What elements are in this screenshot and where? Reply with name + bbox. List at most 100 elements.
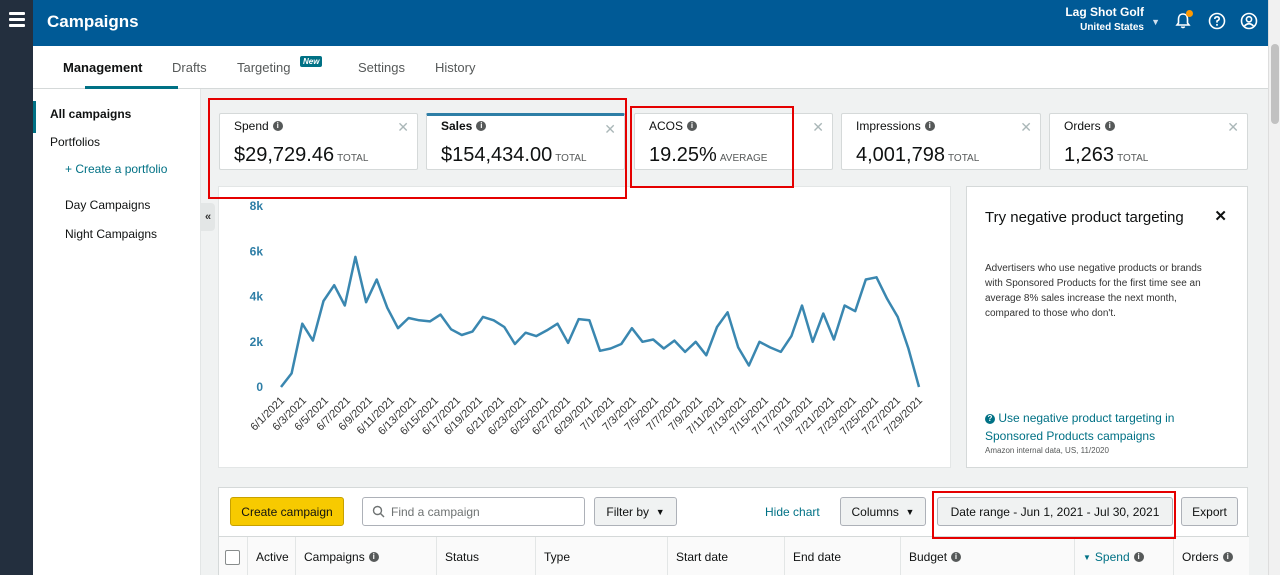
search-input[interactable]	[391, 503, 576, 521]
sales-series-line[interactable]	[280, 255, 921, 388]
bell-icon[interactable]	[1172, 10, 1194, 32]
metric-label: Orders i	[1064, 119, 1115, 133]
metric-card-orders[interactable]: Orders i 1,263 TOTAL ✕	[1049, 113, 1248, 170]
tab-targeting[interactable]: Targeting	[237, 60, 290, 75]
search-icon	[372, 505, 385, 518]
chevron-down-icon: ▼	[655, 506, 665, 517]
column-header-start-date[interactable]: Start date	[668, 537, 785, 575]
metric-value: 1,263 TOTAL	[1064, 144, 1148, 167]
collapse-sidebar-button[interactable]: «	[201, 203, 215, 231]
column-header-orders[interactable]: Orders i	[1174, 537, 1249, 575]
column-header-text: Orders	[1182, 550, 1219, 564]
help-icon[interactable]	[1206, 10, 1228, 32]
filter-by-button[interactable]: Filter by ▼	[594, 497, 677, 526]
top-bar: Campaigns Lag Shot Golf United States ▼	[33, 0, 1268, 46]
columns-button[interactable]: Columns ▼	[840, 497, 926, 526]
column-header-spend[interactable]: ▼ Spend i	[1075, 537, 1174, 575]
info-icon[interactable]: i	[1133, 552, 1144, 562]
sidebar: All campaigns Portfolios + Create a port…	[33, 89, 201, 575]
info-icon[interactable]: i	[951, 552, 962, 562]
close-icon[interactable]: ✕	[604, 121, 616, 138]
negative-targeting-link[interactable]: ? Use negative product targeting in Spon…	[985, 409, 1225, 445]
metric-card-impressions[interactable]: Impressions i 4,001,798 TOTAL ✕	[841, 113, 1041, 170]
create-portfolio-link[interactable]: + Create a portfolio	[65, 162, 167, 176]
select-all-checkbox[interactable]	[225, 549, 240, 565]
metric-suffix: TOTAL	[337, 153, 369, 164]
metric-value-text: 1,263	[1064, 144, 1115, 166]
create-campaign-button[interactable]: Create campaign	[230, 497, 344, 526]
close-icon[interactable]: ✕	[397, 119, 409, 136]
y-tick-label: 0	[256, 380, 263, 394]
metric-suffix: TOTAL	[1117, 153, 1149, 164]
metric-value: $29,729.46 TOTAL	[234, 144, 368, 167]
column-header-campaigns[interactable]: Campaigns i	[296, 537, 437, 575]
metric-value-text: $29,729.46	[234, 144, 335, 166]
info-icon[interactable]: i	[368, 552, 379, 562]
page-scrollbar[interactable]	[1268, 0, 1280, 575]
date-range-button[interactable]: Date range - Jun 1, 2021 - Jul 30, 2021	[937, 497, 1173, 526]
help-icon: ?	[985, 414, 995, 424]
close-icon[interactable]: ✕	[1020, 119, 1032, 136]
tab-drafts[interactable]: Drafts	[172, 60, 207, 75]
column-header-end-date[interactable]: End date	[785, 537, 901, 575]
hamburger-menu-icon[interactable]	[9, 12, 25, 28]
info-icon[interactable]: i	[1222, 552, 1233, 562]
metric-card-spend[interactable]: Spend i $29,729.46 TOTAL ✕	[219, 113, 418, 170]
column-header-active[interactable]: Active	[248, 537, 296, 575]
promo-footnote: Amazon internal data, US, 11/2020	[985, 446, 1109, 455]
info-icon[interactable]: i	[687, 121, 698, 131]
metric-label-text: Sales	[441, 119, 473, 133]
notification-dot	[1186, 10, 1193, 17]
info-icon[interactable]: i	[476, 121, 487, 131]
account-switcher[interactable]: Lag Shot Golf United States	[1065, 5, 1144, 35]
column-header-type[interactable]: Type	[536, 537, 668, 575]
close-icon[interactable]: ✕	[812, 119, 824, 136]
tab-settings[interactable]: Settings	[358, 60, 405, 75]
export-button[interactable]: Export	[1181, 497, 1238, 526]
tab-bar: Management Drafts Targeting New Settings…	[33, 46, 1268, 89]
active-nav-indicator	[33, 101, 36, 133]
column-header-budget[interactable]: Budget i	[901, 537, 1075, 575]
column-header-status[interactable]: Status	[437, 537, 536, 575]
columns-label: Columns	[851, 504, 899, 519]
metric-value-text: 19.25%	[649, 144, 717, 166]
sidebar-item-portfolios[interactable]: Portfolios	[50, 135, 100, 149]
close-icon[interactable]: ✕	[1214, 207, 1227, 225]
y-tick-label: 4k	[250, 290, 264, 304]
hide-chart-link[interactable]: Hide chart	[765, 505, 820, 519]
chevron-down-icon: ▼	[905, 506, 915, 517]
sidebar-item-all-campaigns[interactable]: All campaigns	[50, 107, 131, 121]
column-header-text: Campaigns	[304, 550, 365, 564]
chevron-down-icon[interactable]: ▼	[1151, 17, 1160, 27]
info-icon[interactable]: i	[272, 121, 283, 131]
promo-link-text[interactable]: Use negative product targeting in Sponso…	[985, 411, 1174, 443]
search-box[interactable]	[362, 497, 585, 526]
metric-card-acos[interactable]: ACOS i 19.25% AVERAGE ✕	[634, 113, 833, 170]
new-badge: New	[300, 56, 323, 67]
column-header-text: Budget	[909, 550, 948, 564]
metric-suffix: TOTAL	[555, 153, 587, 164]
promo-panel: Try negative product targeting ✕ Adverti…	[966, 186, 1248, 468]
info-icon[interactable]: i	[1104, 121, 1115, 131]
metric-label: ACOS i	[649, 119, 698, 133]
app-title: Campaigns	[47, 12, 139, 31]
sidebar-item-day-campaigns[interactable]: Day Campaigns	[65, 198, 150, 212]
metric-card-sales[interactable]: Sales i $154,434.00 TOTAL ✕	[426, 113, 625, 170]
user-account-icon[interactable]	[1238, 10, 1260, 32]
metric-label: Impressions i	[856, 119, 935, 133]
tab-management[interactable]: Management	[63, 60, 142, 75]
y-tick-label: 2k	[250, 335, 264, 349]
scrollbar-thumb[interactable]	[1271, 44, 1279, 124]
promo-title: Try negative product targeting	[985, 209, 1184, 226]
sidebar-item-night-campaigns[interactable]: Night Campaigns	[65, 227, 157, 241]
table-header-row: Active Campaigns i Status Type Start date…	[219, 536, 1249, 575]
sort-descending-icon: ▼	[1083, 552, 1091, 562]
info-icon[interactable]: i	[924, 121, 935, 131]
close-icon[interactable]: ✕	[1227, 119, 1239, 136]
tab-history[interactable]: History	[435, 60, 475, 75]
metric-value: 4,001,798 TOTAL	[856, 144, 979, 167]
metric-value-text: 4,001,798	[856, 144, 945, 166]
metric-value: 19.25% AVERAGE	[649, 144, 767, 167]
promo-body: Advertisers who use negative products or…	[985, 263, 1202, 319]
column-header-text: Spend	[1094, 550, 1130, 564]
